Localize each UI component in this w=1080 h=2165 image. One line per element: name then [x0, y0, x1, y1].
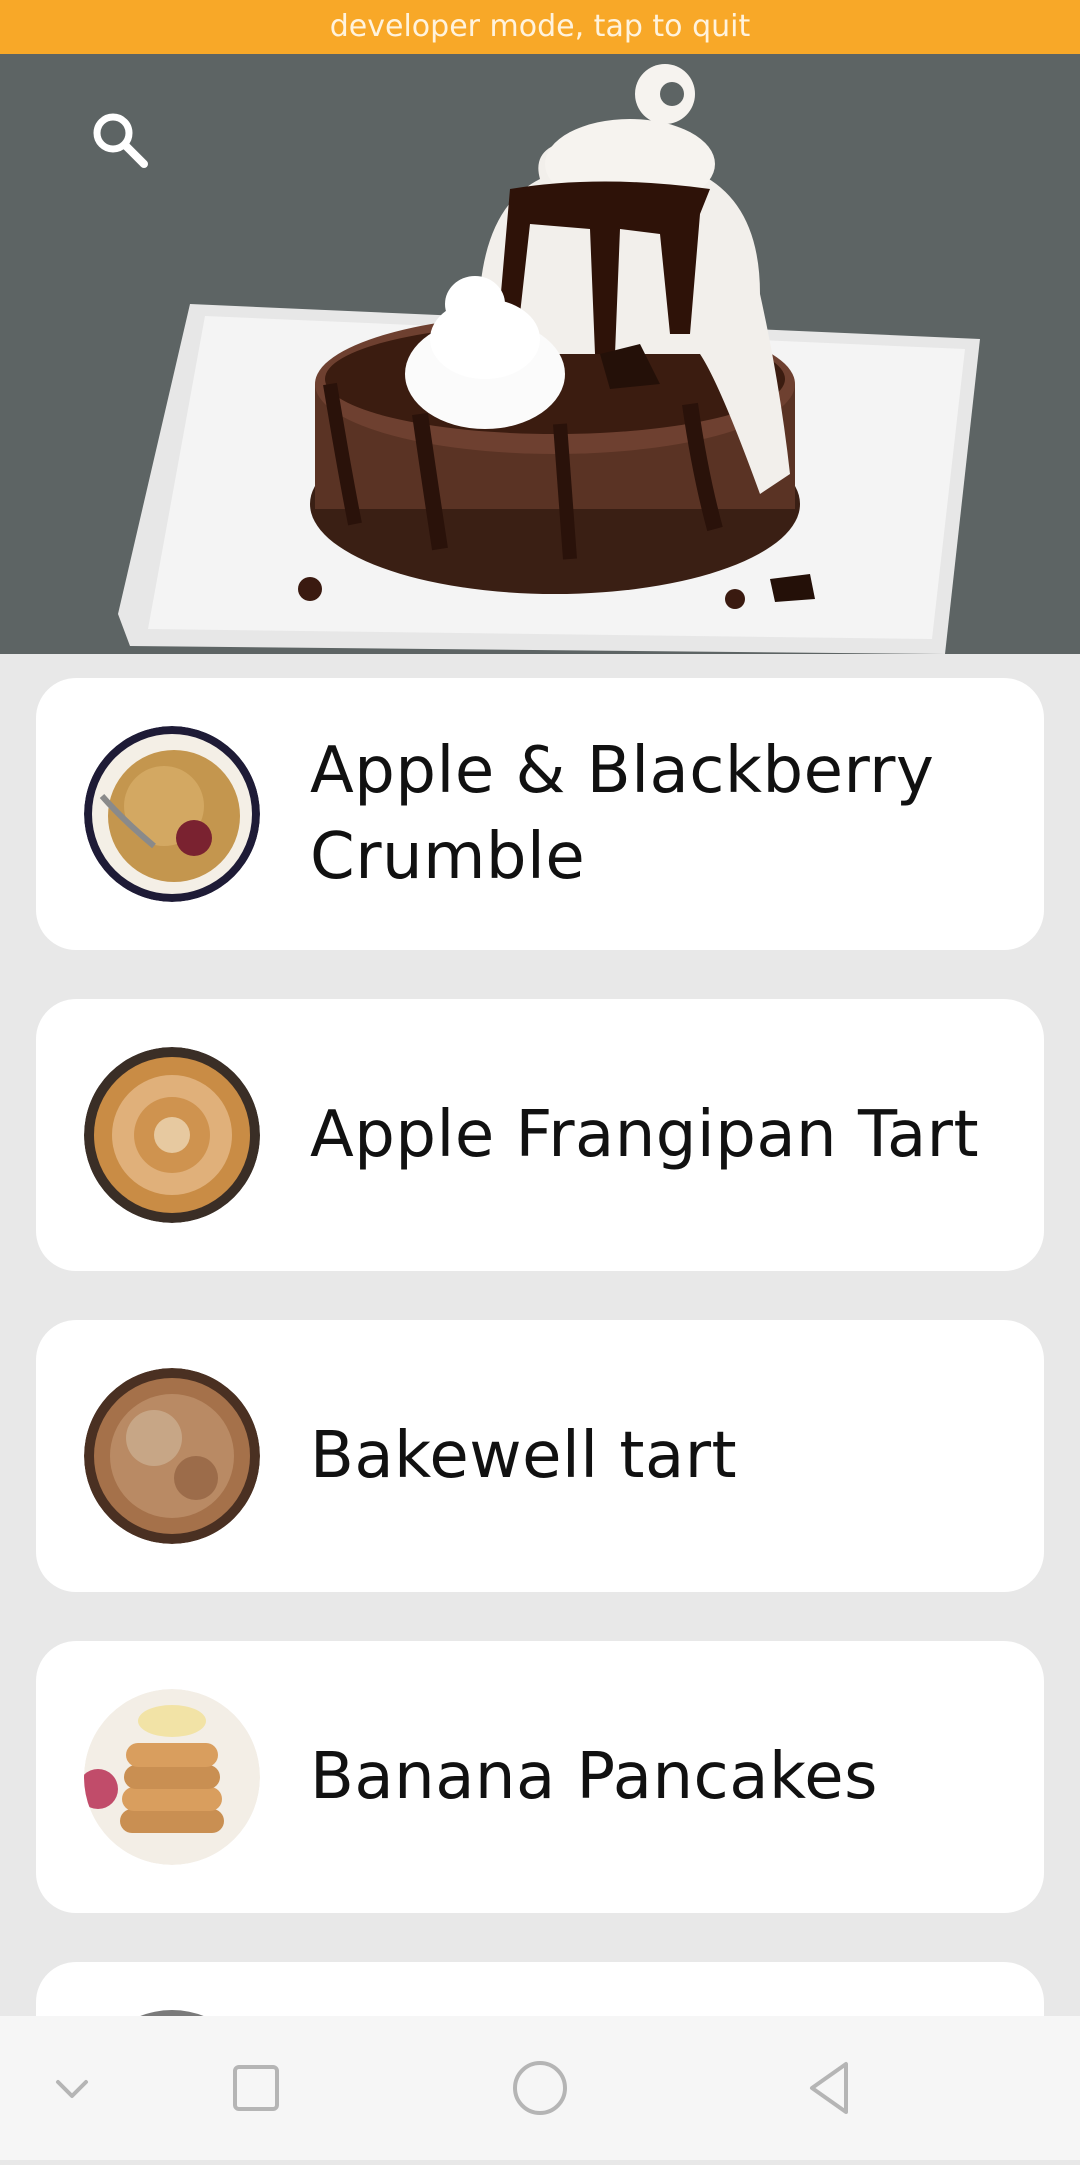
recipe-thumbnail — [84, 1689, 260, 1865]
recipe-title: Apple & Blackberry Crumble — [310, 734, 935, 894]
collapse-button[interactable] — [40, 2016, 104, 2160]
hero-image — [0, 54, 1080, 654]
home-icon — [513, 2061, 567, 2115]
recipe-list: Apple & Blackberry Crumble Apple Frangip… — [36, 678, 1044, 2052]
search-icon — [93, 113, 148, 168]
recipe-thumbnail — [84, 1368, 260, 1544]
back-button[interactable] — [796, 2016, 864, 2160]
recipe-card[interactable]: Apple Frangipan Tart — [36, 999, 1044, 1271]
recipe-thumbnail — [84, 1047, 260, 1223]
recipe-card[interactable]: Bakewell tart — [36, 1320, 1044, 1592]
recipe-thumbnail — [84, 726, 260, 902]
recipe-card[interactable]: Banana Pancakes — [36, 1641, 1044, 1913]
recents-icon — [233, 2065, 279, 2111]
search-button[interactable] — [84, 104, 156, 176]
dessert-illustration — [118, 64, 980, 654]
home-button[interactable] — [502, 2016, 578, 2160]
developer-mode-banner[interactable]: developer mode, tap to quit — [0, 0, 1080, 54]
recipe-title: Bakewell tart — [310, 1419, 738, 1493]
chevron-down-icon — [56, 2080, 88, 2098]
recipe-title: Apple Frangipan Tart — [310, 1098, 980, 1172]
back-icon — [810, 2062, 848, 2114]
recipe-card[interactable]: Apple & Blackberry Crumble — [36, 678, 1044, 950]
recents-button[interactable] — [222, 2016, 290, 2160]
system-navigation-bar — [0, 2016, 1080, 2160]
recipe-title: Banana Pancakes — [310, 1740, 878, 1814]
